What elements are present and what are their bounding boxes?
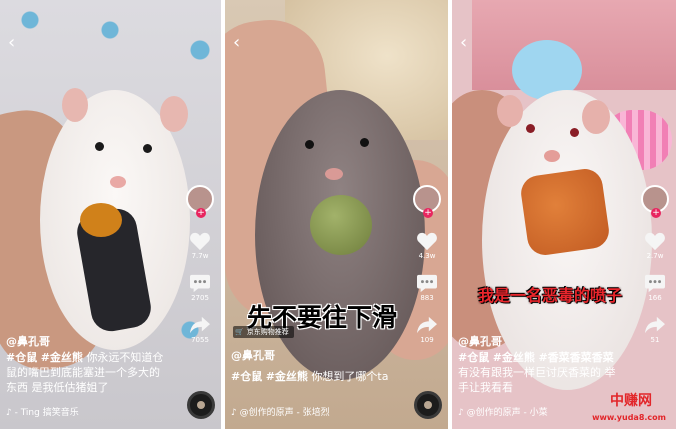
like-count: 7.7w <box>191 252 209 260</box>
like-button[interactable]: 7.7w <box>189 231 211 261</box>
action-rail: + 7.7w 2705 7055 <box>185 185 215 345</box>
hamster-nose <box>325 168 343 180</box>
follow-plus-icon[interactable]: + <box>196 208 206 218</box>
food-ball <box>310 195 372 255</box>
back-icon[interactable]: ‹ <box>460 34 467 52</box>
hamster-eye <box>95 142 104 151</box>
hamster-eye <box>143 144 152 153</box>
action-rail: + 4.3w 883 109 <box>412 185 442 345</box>
hamster-ear <box>497 95 523 127</box>
author-avatar[interactable]: + <box>186 185 214 218</box>
video-panel-2[interactable]: ‹ 先不要往下滑 🛒 京东购物推荐 + 4.3w 883 109 @鼻孔哥 #仓鼠… <box>225 0 448 429</box>
music-label[interactable]: ♪ - Ting 搞笑音乐 <box>6 407 79 419</box>
back-icon[interactable]: ‹ <box>233 34 240 52</box>
comment-button[interactable]: 883 <box>416 273 438 303</box>
back-icon[interactable]: ‹ <box>8 34 15 52</box>
hamster-ear <box>62 88 88 122</box>
follow-plus-icon[interactable]: + <box>651 208 661 218</box>
shopping-link[interactable]: 🛒 京东购物推荐 <box>233 326 294 338</box>
hashtag[interactable]: #香菜香菜香菜 <box>538 351 613 364</box>
follow-plus-icon[interactable]: + <box>423 208 433 218</box>
caption-text: 你想到了哪个ta <box>311 370 389 383</box>
hashtag[interactable]: #金丝熊 <box>41 351 83 364</box>
hamster-ear <box>160 96 188 132</box>
cart-icon: 🛒 <box>235 328 244 336</box>
like-button[interactable]: 2.7w <box>644 231 666 261</box>
comment-button[interactable]: 166 <box>644 273 666 303</box>
video-caption: #仓鼠 #金丝熊 你想到了哪个ta <box>231 369 391 384</box>
music-disc-icon[interactable] <box>187 391 215 419</box>
author-avatar[interactable]: + <box>641 185 669 218</box>
video-panel-1[interactable]: ‹ + 7.7w 2705 7055 @鼻孔哥 #仓鼠 #金丝熊 你永远不知道仓… <box>0 0 221 429</box>
share-icon <box>417 316 437 334</box>
like-button[interactable]: 4.3w <box>416 231 438 261</box>
watermark-url: www.yuda8.com <box>592 413 666 422</box>
hamster-ear <box>582 100 610 134</box>
hashtag[interactable]: #仓鼠 <box>458 351 489 364</box>
hamster-eye <box>526 124 535 133</box>
comment-icon <box>645 274 665 293</box>
video-caption: #仓鼠 #金丝熊 #香菜香菜香菜 有没有跟我一样巨讨厌香菜的 举手让我看看 <box>458 350 623 395</box>
author-name[interactable]: @鼻孔哥 <box>458 335 502 348</box>
heart-icon <box>417 232 437 251</box>
comment-count: 166 <box>648 294 662 302</box>
comment-icon <box>417 274 437 293</box>
watermark-brand: 中赚网 <box>610 393 652 409</box>
hashtag[interactable]: #仓鼠 <box>231 370 262 383</box>
music-disc-icon[interactable] <box>414 391 442 419</box>
share-count: 51 <box>650 336 660 344</box>
like-count: 2.7w <box>646 252 664 260</box>
comment-count: 883 <box>420 294 434 302</box>
share-button[interactable]: 51 <box>644 315 666 345</box>
caption-text: 有没有跟我一样巨讨厌香菜的 举手让我看看 <box>458 366 616 394</box>
share-icon <box>190 316 210 334</box>
like-count: 4.3w <box>418 252 436 260</box>
action-rail: + 2.7w 166 51 <box>640 185 670 345</box>
hamster-eye <box>360 138 369 147</box>
hamster-nose <box>544 150 560 162</box>
hamster-eye <box>305 140 314 149</box>
comment-icon <box>190 274 210 293</box>
share-count: 109 <box>420 336 434 344</box>
share-icon <box>645 316 665 334</box>
share-button[interactable]: 109 <box>416 315 438 345</box>
hashtag[interactable]: #仓鼠 <box>6 351 37 364</box>
music-label[interactable]: ♪ @创作的原声 - 小菜 <box>458 407 548 419</box>
author-avatar[interactable]: + <box>413 185 441 218</box>
video-panel-3[interactable]: ‹ 我是一名恶毒的喷子 + 2.7w 166 51 @鼻孔哥 #仓鼠 #金丝熊 … <box>452 0 676 429</box>
heart-icon <box>190 232 210 251</box>
share-count: 7055 <box>191 336 209 344</box>
author-name[interactable]: @鼻孔哥 <box>6 335 50 348</box>
hashtag[interactable]: #金丝熊 <box>493 351 535 364</box>
hashtag[interactable]: #金丝熊 <box>266 370 308 383</box>
comment-count: 2705 <box>191 294 209 302</box>
hamster-nose <box>110 176 126 188</box>
music-label[interactable]: ♪ @创作的原声 - 张培烈 <box>231 407 330 419</box>
food-top <box>80 203 122 237</box>
overlay-text: 我是一名恶毒的喷子 <box>478 286 623 305</box>
hamster-eye <box>570 128 579 137</box>
food-cracker <box>518 166 612 258</box>
shopping-label: 京东购物推荐 <box>246 328 289 336</box>
heart-icon <box>645 232 665 251</box>
share-button[interactable]: 7055 <box>189 315 211 345</box>
video-caption: #仓鼠 #金丝熊 你永远不知道仓鼠的嘴巴到底能塞进一个多大的东西 是我低估猪姐了 <box>6 350 166 395</box>
author-name[interactable]: @鼻孔哥 <box>231 349 275 362</box>
comment-button[interactable]: 2705 <box>189 273 211 303</box>
